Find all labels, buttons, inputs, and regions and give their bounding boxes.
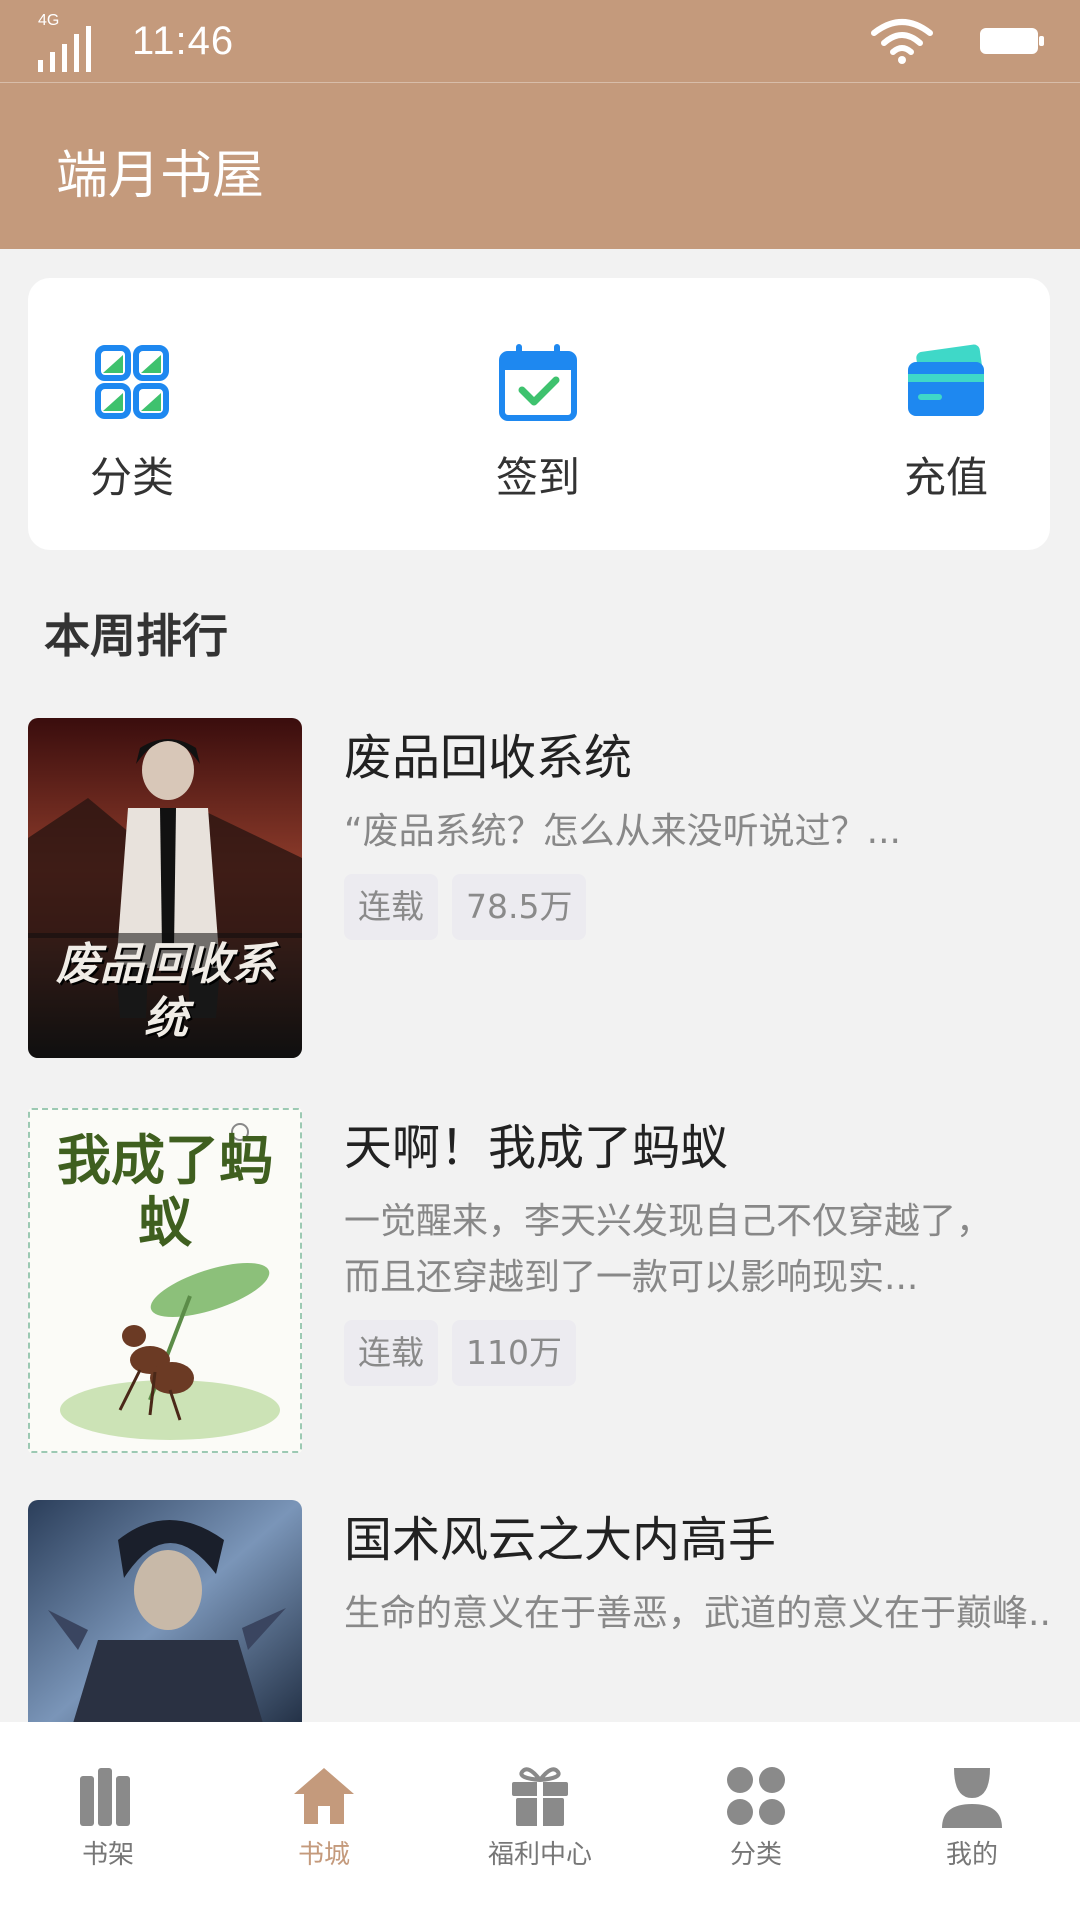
book-count-tag: 78.5万 — [452, 874, 587, 940]
app-title: 端月书屋 — [56, 146, 265, 206]
app-screen: 4G 11:46 端月书屋 分类 签到 充值 本周排行 废品回收系统 废品回收系… — [0, 0, 1080, 1920]
tab-label: 分类 — [729, 1840, 782, 1870]
book-cover-title: 我成了蚂蚁 — [57, 1129, 273, 1254]
book-info: 国术风云之大内高手 生命的意义在于善恶，武道的意义在于巅峰... — [344, 1500, 1050, 1642]
quick-action-checkin[interactable]: 签到 — [448, 340, 628, 510]
tab-label: 福利中心 — [487, 1840, 592, 1870]
tab-mine[interactable]: 我的 — [882, 1764, 1062, 1871]
tab-label: 书架 — [81, 1840, 134, 1870]
book-title: 国术风云之大内高手 — [344, 1512, 777, 1568]
book-status-tag: 连载 — [344, 1320, 438, 1386]
book-info: 天啊！我成了蚂蚁 一觉醒来，李天兴发现自己不仅穿越了，而且还穿越到了一款可以影响… — [344, 1108, 1064, 1386]
book-cover[interactable]: 我成了蚂蚁 — [28, 1108, 302, 1453]
tab-bookstore[interactable]: 书城 — [234, 1764, 414, 1871]
calendar-check-icon — [499, 344, 577, 421]
credit-card-icon — [908, 344, 984, 416]
status-left: 4G 11:46 — [36, 0, 234, 82]
book-count-tag: 110万 — [452, 1320, 576, 1386]
book-item[interactable]: 我成了蚂蚁 天啊！我成了蚂蚁 一觉醒来，李天兴发现自己不仅穿越了，而且还穿越到了… — [28, 1108, 1050, 1453]
book-cover-title: 废品回收系统 — [56, 939, 276, 1044]
book-cover-image — [28, 1500, 302, 1722]
grid-icon — [95, 345, 169, 419]
book-item[interactable]: 废品回收系统 废品回收系统 “废品系统？怎么从来没听说过？... 连载 78.5… — [28, 718, 1050, 1058]
gift-icon — [512, 1767, 568, 1826]
book-cover[interactable]: 废品回收系统 — [28, 718, 302, 1058]
tab-label: 我的 — [945, 1840, 998, 1870]
home-icon — [294, 1768, 354, 1824]
four-dots-icon — [727, 1767, 785, 1825]
app-header: 端月书屋 — [0, 82, 1080, 249]
quick-action-label: 充值 — [903, 453, 988, 502]
book-info: 废品回收系统 “废品系统？怎么从来没听说过？... 连载 78.5万 — [344, 718, 1064, 940]
battery-icon — [980, 28, 1044, 54]
book-desc: 生命的意义在于善恶，武道的意义在于巅峰... — [344, 1593, 1050, 1634]
wifi-icon — [871, 19, 933, 64]
tab-welfare-center[interactable]: 福利中心 — [450, 1764, 630, 1871]
bottom-tab-bar: 书架 书城 福利中心 分类 我的 — [0, 1722, 1080, 1920]
book-title: 废品回收系统 — [344, 730, 633, 786]
book-tags: 连载 110万 — [344, 1320, 1064, 1386]
book-item[interactable]: 国术风云之大内高手 生命的意义在于善恶，武道的意义在于巅峰... — [28, 1500, 1050, 1722]
book-title: 天啊！我成了蚂蚁 — [344, 1120, 729, 1176]
status-time: 11:46 — [132, 18, 235, 63]
book-tags: 连载 78.5万 — [344, 874, 1064, 940]
section-title: 本周排行 — [44, 609, 228, 663]
status-right — [870, 0, 1046, 82]
book-cover[interactable] — [28, 1500, 302, 1722]
network-type: 4G — [38, 12, 60, 29]
bookshelf-icon — [80, 1768, 130, 1826]
quick-action-label: 分类 — [89, 453, 174, 502]
book-desc: “废品系统？怎么从来没听说过？... — [344, 811, 901, 852]
user-icon — [942, 1768, 1002, 1828]
quick-actions-card: 分类 签到 充值 — [28, 278, 1050, 550]
tab-bookshelf[interactable]: 书架 — [18, 1764, 198, 1871]
book-status-tag: 连载 — [344, 874, 438, 940]
status-bar: 4G 11:46 — [0, 0, 1080, 82]
quick-action-recharge[interactable]: 充值 — [856, 340, 1036, 510]
quick-action-label: 签到 — [495, 453, 580, 502]
signal-icon — [38, 26, 91, 72]
book-desc: 一觉醒来，李天兴发现自己不仅穿越了，而且还穿越到了一款可以影响现实... — [344, 1201, 993, 1298]
tab-category[interactable]: 分类 — [666, 1764, 846, 1871]
quick-action-category[interactable]: 分类 — [42, 340, 222, 510]
tab-label: 书城 — [297, 1840, 350, 1870]
